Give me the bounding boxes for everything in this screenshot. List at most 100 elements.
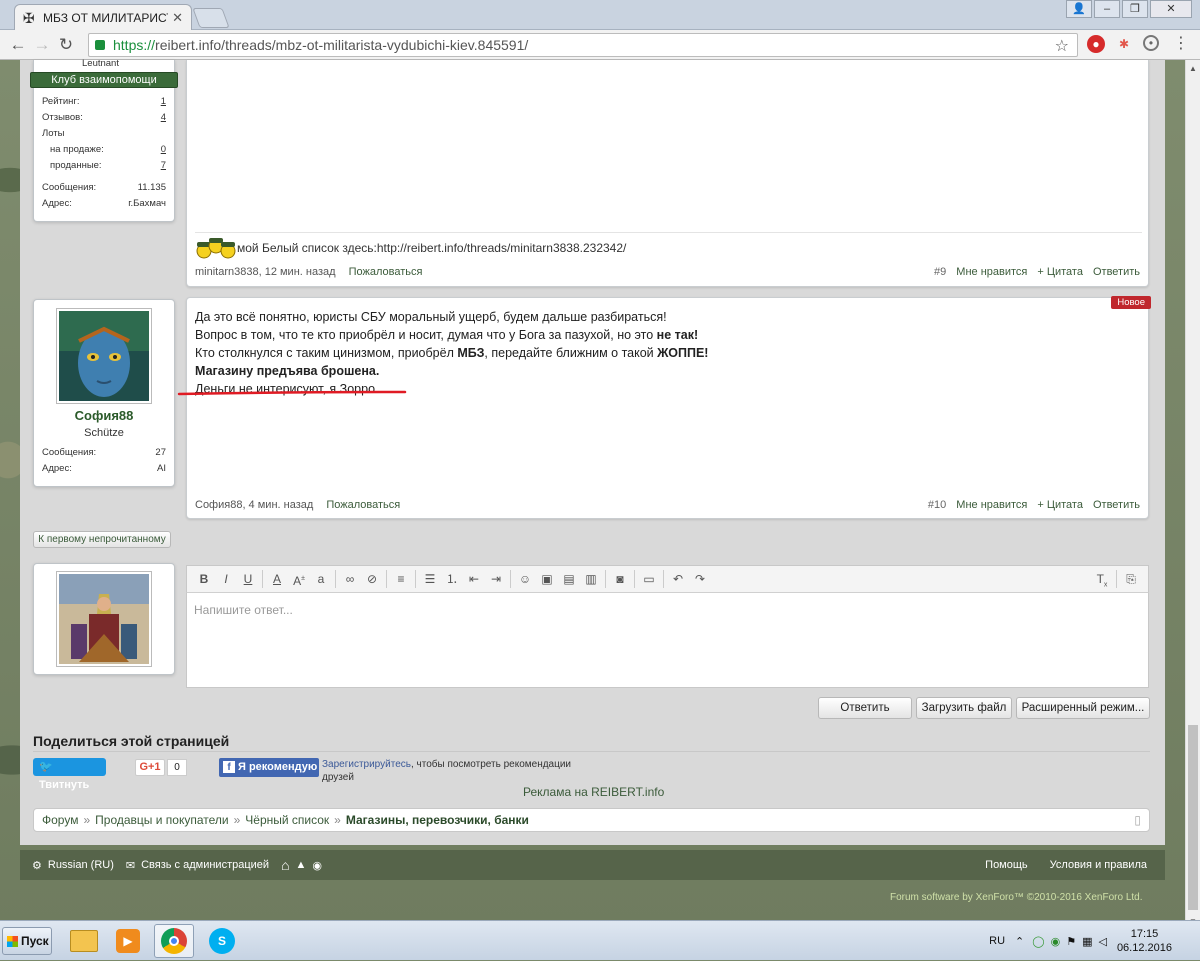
chrome-icon[interactable]: [154, 924, 194, 958]
breadcrumb-current[interactable]: Магазины, перевозчики, банки: [346, 813, 529, 827]
quote-link[interactable]: + Цитата: [1037, 266, 1083, 278]
remove-format-icon[interactable]: Tx: [1091, 569, 1113, 589]
fb-recommend-button[interactable]: fЯ рекомендую: [219, 758, 319, 777]
extension-red-icon[interactable]: ●: [1087, 35, 1105, 53]
bookmark-star-icon[interactable]: ☆: [1055, 36, 1069, 56]
volume-icon[interactable]: ◁: [1098, 935, 1106, 948]
tray-whatsapp-icon[interactable]: ◉: [1051, 935, 1061, 948]
post-number-link[interactable]: #9: [934, 266, 946, 278]
breadcrumb-item[interactable]: Форум: [42, 813, 78, 827]
align-icon[interactable]: ≡: [390, 569, 412, 589]
profile-icon[interactable]: 👤: [1066, 0, 1092, 18]
avatar[interactable]: [56, 308, 152, 404]
bullet-list-icon[interactable]: ☰: [419, 569, 441, 589]
username-link[interactable]: София88: [34, 408, 174, 423]
language-chooser[interactable]: Russian (RU): [48, 859, 114, 871]
rating-link[interactable]: 1: [161, 96, 166, 107]
undo-icon[interactable]: ↶: [667, 569, 689, 589]
language-indicator[interactable]: RU: [989, 935, 1005, 947]
flag-icon[interactable]: ⚑: [1066, 935, 1076, 948]
media-player-icon[interactable]: ▶: [108, 924, 148, 958]
mail-icon[interactable]: ✉: [126, 859, 135, 872]
forward-arrow-icon[interactable]: →: [30, 35, 54, 55]
image-icon[interactable]: ▣: [536, 569, 558, 589]
link-icon[interactable]: ∞: [339, 569, 361, 589]
unlink-icon[interactable]: ⊘: [361, 569, 383, 589]
save-draft-icon[interactable]: ▭: [638, 569, 660, 589]
fb-register-link[interactable]: Зарегистрируйтесь: [322, 759, 411, 770]
avatar[interactable]: [56, 571, 152, 667]
breadcrumb-item[interactable]: Продавцы и покупатели: [95, 813, 228, 827]
copyright-text[interactable]: Forum software by XenForo™ ©2010-2016 Xe…: [890, 892, 1143, 903]
browser-tab[interactable]: ✠ МБЗ ОТ МИЛИТАРИСТА ✕: [14, 4, 192, 31]
minimize-button[interactable]: –: [1094, 0, 1120, 18]
tray-expand-icon[interactable]: ⌃: [1015, 935, 1024, 948]
camera-icon[interactable]: ◙: [609, 569, 631, 589]
first-unread-button[interactable]: К первому непрочитанному: [33, 531, 171, 548]
file-explorer-icon[interactable]: [64, 924, 104, 958]
font-color-icon[interactable]: A: [266, 569, 288, 589]
media-icon[interactable]: ▤: [558, 569, 580, 589]
reply-button[interactable]: Ответить: [818, 697, 912, 719]
clock[interactable]: 17:15 06.12.2016: [1117, 927, 1172, 955]
club-badge[interactable]: Клуб взаимопомощи: [30, 72, 178, 88]
help-link[interactable]: Помощь: [985, 859, 1028, 871]
author-time[interactable]: София88, 4 мин. назад: [195, 499, 313, 511]
sold-link[interactable]: 7: [161, 160, 166, 171]
quote-insert-icon[interactable]: ▥: [580, 569, 602, 589]
top-arrow-icon[interactable]: ▲: [296, 859, 307, 871]
quote-link[interactable]: + Цитата: [1037, 499, 1083, 511]
toggle-source-icon[interactable]: ⎘: [1120, 569, 1142, 589]
report-link[interactable]: Пожаловаться: [349, 266, 423, 278]
numbered-list-icon[interactable]: ⒈: [441, 569, 463, 589]
like-link[interactable]: Мне нравится: [956, 266, 1027, 278]
terms-link[interactable]: Условия и правила: [1050, 859, 1147, 871]
redo-icon[interactable]: ↷: [689, 569, 711, 589]
tray-app-icon[interactable]: ◯: [1032, 935, 1044, 948]
underline-icon[interactable]: U: [237, 569, 259, 589]
bold-icon[interactable]: B: [193, 569, 215, 589]
on-sale-link[interactable]: 0: [161, 144, 166, 155]
upload-file-button[interactable]: Загрузить файл: [916, 697, 1012, 719]
close-window-button[interactable]: ✕: [1150, 0, 1192, 18]
smilie-icon[interactable]: ☺: [514, 569, 536, 589]
post-number-link[interactable]: #10: [928, 499, 946, 511]
font-size-icon[interactable]: A±: [288, 569, 310, 589]
author-time[interactable]: minitarn3838, 12 мин. назад: [195, 266, 336, 278]
back-arrow-icon[interactable]: ←: [6, 35, 30, 55]
extension-gray-icon[interactable]: •: [1143, 35, 1159, 51]
reply-link[interactable]: Ответить: [1093, 499, 1140, 511]
reviews-link[interactable]: 4: [161, 112, 166, 123]
start-button[interactable]: Пуск: [2, 927, 52, 955]
indent-icon[interactable]: ⇥: [485, 569, 507, 589]
page-scrollbar[interactable]: ▲ ▼: [1185, 60, 1200, 930]
reply-editor[interactable]: Напишите ответ...: [186, 593, 1149, 688]
network-icon[interactable]: ▦: [1082, 935, 1092, 948]
rss-icon[interactable]: ◉: [312, 859, 322, 872]
italic-icon[interactable]: I: [215, 569, 237, 589]
scroll-up-icon[interactable]: ▲: [1189, 64, 1197, 73]
gear-icon[interactable]: ⚙: [32, 859, 42, 872]
tweet-button[interactable]: 🐦 Твитнуть: [33, 758, 106, 791]
report-link[interactable]: Пожаловаться: [326, 499, 400, 511]
scroll-thumb[interactable]: [1188, 725, 1198, 910]
home-icon[interactable]: ⌂: [281, 857, 289, 873]
like-link[interactable]: Мне нравится: [956, 499, 1027, 511]
fb-register-text: Зарегистрируйтесь, чтобы посмотреть реко…: [322, 758, 592, 784]
restore-button[interactable]: ❐: [1122, 0, 1148, 18]
new-tab-button[interactable]: [192, 8, 230, 28]
gplus-button[interactable]: G+1: [135, 759, 165, 776]
extension-colorful-icon[interactable]: ✱: [1115, 35, 1133, 53]
outdent-icon[interactable]: ⇤: [463, 569, 485, 589]
breadcrumb-item[interactable]: Чёрный список: [245, 813, 329, 827]
advertising-link[interactable]: Реклама на REIBERT.info: [523, 785, 664, 799]
menu-icon[interactable]: ⋮: [1172, 35, 1190, 53]
advanced-mode-button[interactable]: Расширенный режим...: [1016, 697, 1150, 719]
tab-close-icon[interactable]: ✕: [172, 10, 183, 26]
reload-icon[interactable]: ↻: [54, 35, 78, 55]
contact-link[interactable]: Связь с администрацией: [141, 859, 269, 871]
url-input[interactable]: https:// reibert.info/threads/mbz-ot-mil…: [88, 33, 1078, 57]
font-family-icon[interactable]: a: [310, 569, 332, 589]
reply-link[interactable]: Ответить: [1093, 266, 1140, 278]
skype-icon[interactable]: S: [202, 924, 242, 958]
